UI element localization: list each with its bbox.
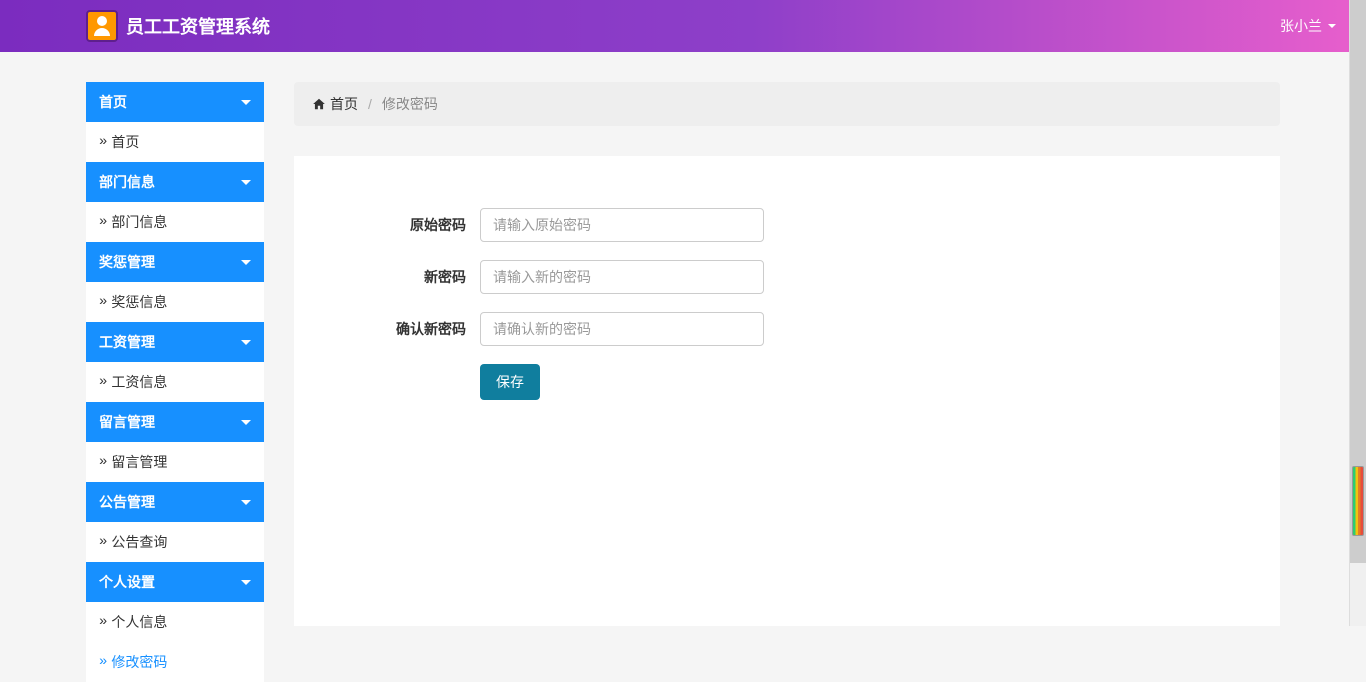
menu-group-label: 首页 bbox=[99, 92, 127, 112]
sidebar: 首页»首页部门信息»部门信息奖惩管理»奖惩信息工资管理»工资信息留言管理»留言管… bbox=[86, 82, 264, 682]
sidebar-item-label: 工资信息 bbox=[111, 372, 167, 392]
menu-group-label: 个人设置 bbox=[99, 572, 155, 592]
sidebar-item-label: 公告查询 bbox=[111, 532, 167, 552]
menu-group-label: 部门信息 bbox=[99, 172, 155, 192]
breadcrumb-separator: / bbox=[368, 96, 372, 112]
breadcrumb-current: 修改密码 bbox=[382, 94, 438, 114]
menu-group-header[interactable]: 首页 bbox=[86, 82, 264, 122]
sidebar-item-label: 奖惩信息 bbox=[111, 292, 167, 312]
main-content: 首页 / 修改密码 原始密码 新密码 确认新密码 保存 bbox=[294, 82, 1280, 626]
menu-group-label: 公告管理 bbox=[99, 492, 155, 512]
chevron-down-icon bbox=[241, 500, 251, 505]
chevron-down-icon bbox=[241, 180, 251, 185]
menu-group-header[interactable]: 工资管理 bbox=[86, 322, 264, 362]
sidebar-item-label: 个人信息 bbox=[111, 612, 167, 632]
menu-group-header[interactable]: 奖惩管理 bbox=[86, 242, 264, 282]
menu-group-label: 奖惩管理 bbox=[99, 252, 155, 272]
sidebar-item-label: 部门信息 bbox=[111, 212, 167, 232]
save-button[interactable]: 保存 bbox=[480, 364, 540, 400]
sidebar-item-label: 首页 bbox=[111, 132, 139, 152]
chevron-down-icon bbox=[241, 260, 251, 265]
sidebar-item[interactable]: »留言管理 bbox=[86, 442, 264, 482]
sidebar-item-label: 留言管理 bbox=[111, 452, 167, 472]
breadcrumb: 首页 / 修改密码 bbox=[294, 82, 1280, 126]
menu-group-label: 工资管理 bbox=[99, 332, 155, 352]
top-header: 员工工资管理系统 张小兰 bbox=[0, 0, 1366, 52]
brand: 员工工资管理系统 bbox=[86, 10, 270, 42]
new-password-input[interactable] bbox=[480, 260, 764, 294]
sidebar-item[interactable]: »部门信息 bbox=[86, 202, 264, 242]
form-panel: 原始密码 新密码 确认新密码 保存 bbox=[294, 156, 1280, 626]
app-title: 员工工资管理系统 bbox=[126, 13, 270, 39]
confirm-password-input[interactable] bbox=[480, 312, 764, 346]
menu-group-header[interactable]: 公告管理 bbox=[86, 482, 264, 522]
sidebar-item[interactable]: »公告查询 bbox=[86, 522, 264, 562]
raquo-icon: » bbox=[99, 134, 107, 150]
user-dropdown[interactable]: 张小兰 bbox=[1280, 16, 1336, 36]
menu-group-header[interactable]: 部门信息 bbox=[86, 162, 264, 202]
sidebar-item[interactable]: »首页 bbox=[86, 122, 264, 162]
raquo-icon: » bbox=[99, 374, 107, 390]
raquo-icon: » bbox=[99, 534, 107, 550]
menu-group-label: 留言管理 bbox=[99, 412, 155, 432]
home-icon bbox=[312, 97, 326, 111]
caret-down-icon bbox=[1328, 24, 1336, 28]
menu-group-header[interactable]: 留言管理 bbox=[86, 402, 264, 442]
sidebar-item-label: 修改密码 bbox=[111, 652, 167, 672]
original-password-input[interactable] bbox=[480, 208, 764, 242]
raquo-icon: » bbox=[99, 454, 107, 470]
menu-group-header[interactable]: 个人设置 bbox=[86, 562, 264, 602]
raquo-icon: » bbox=[99, 294, 107, 310]
raquo-icon: » bbox=[99, 654, 107, 670]
sidebar-item[interactable]: »奖惩信息 bbox=[86, 282, 264, 322]
original-password-label: 原始密码 bbox=[324, 215, 480, 235]
raquo-icon: » bbox=[99, 614, 107, 630]
raquo-icon: » bbox=[99, 214, 107, 230]
chevron-down-icon bbox=[241, 580, 251, 585]
chevron-down-icon bbox=[241, 100, 251, 105]
sidebar-item[interactable]: »工资信息 bbox=[86, 362, 264, 402]
new-password-label: 新密码 bbox=[324, 267, 480, 287]
breadcrumb-home-label: 首页 bbox=[330, 94, 358, 114]
user-name: 张小兰 bbox=[1280, 16, 1322, 36]
confirm-password-label: 确认新密码 bbox=[324, 319, 480, 339]
sidebar-item[interactable]: »修改密码 bbox=[86, 642, 264, 682]
breadcrumb-home[interactable]: 首页 bbox=[312, 94, 358, 114]
brand-logo-icon bbox=[86, 10, 118, 42]
chevron-down-icon bbox=[241, 420, 251, 425]
chevron-down-icon bbox=[241, 340, 251, 345]
sidebar-item[interactable]: »个人信息 bbox=[86, 602, 264, 642]
scroll-level-indicator-icon bbox=[1352, 466, 1364, 536]
